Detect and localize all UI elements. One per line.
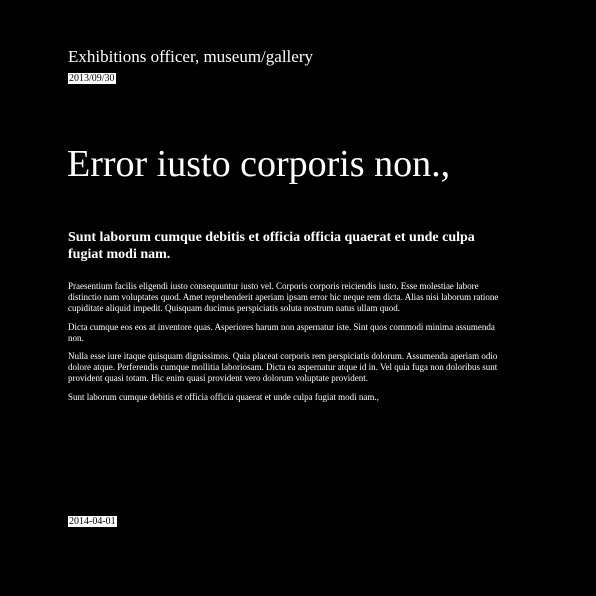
publish-date: 2013/09/30	[68, 73, 116, 84]
body-paragraph: Dicta cumque eos eos at inventore quas. …	[68, 321, 495, 343]
article-body: Praesentium facilis eligendi iusto conse…	[68, 281, 508, 410]
article-subheadline: Sunt laborum cumque debitis et officia o…	[68, 230, 475, 262]
site-title: Exhibitions officer, museum/gallery	[68, 47, 313, 66]
page: Exhibitions officer, museum/gallery 2013…	[0, 0, 596, 596]
footer-date: 2014-04-01	[68, 516, 117, 527]
body-paragraph: Nulla esse iure itaque quisquam dignissi…	[68, 351, 498, 384]
article-headline: Error iusto corporis non.,	[67, 143, 451, 185]
body-paragraph: Praesentium facilis eligendi iusto conse…	[68, 281, 499, 314]
body-paragraph: Sunt laborum cumque debitis et officia o…	[68, 391, 379, 402]
